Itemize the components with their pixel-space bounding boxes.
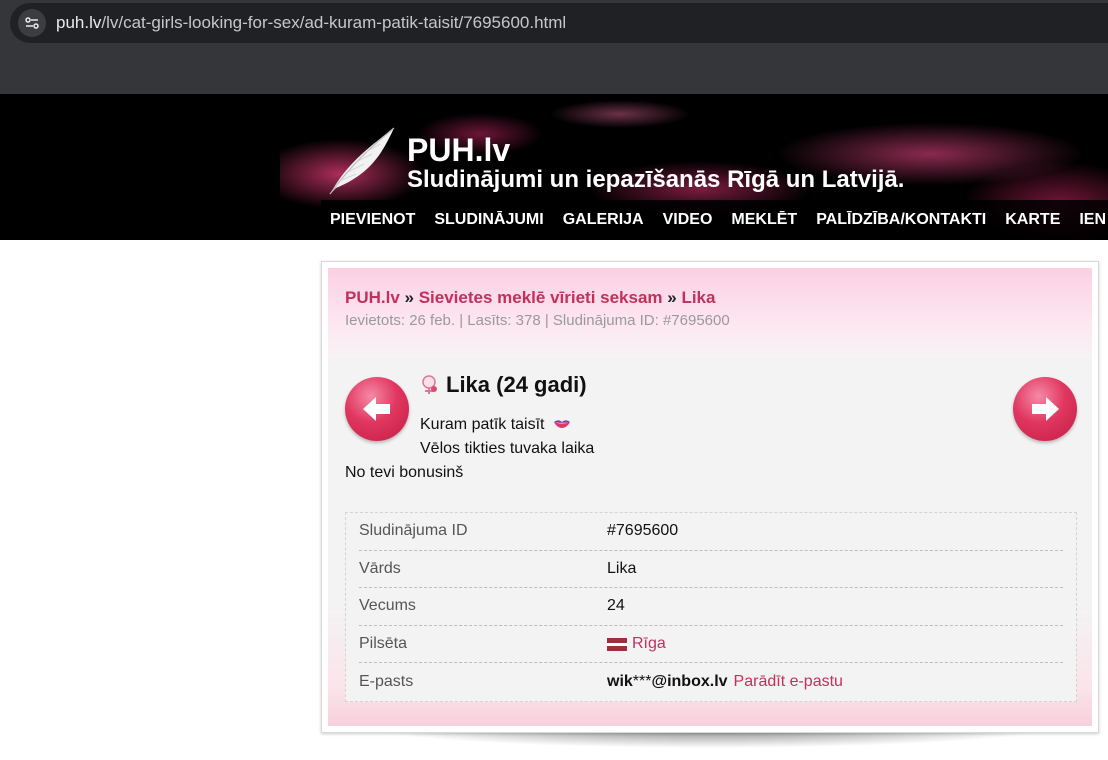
next-ad-button[interactable] (1013, 377, 1077, 441)
details-row-name: Vārds Lika (359, 551, 1063, 589)
breadcrumb-current-link[interactable]: Lika (681, 288, 715, 307)
details-value: 24 (607, 597, 625, 615)
arrow-left-icon (363, 397, 390, 421)
site-tagline: Sludinājumi un iepazīšanās Rīgā un Latvi… (407, 166, 905, 193)
ad-description-line-1: Kuram patīk taisīt (420, 416, 571, 434)
feather-logo-icon (329, 127, 395, 195)
ad-description-line-2: Vēlos tikties tuvaka laika (420, 440, 595, 457)
ad-meta: Ievietots: 26 feb. | Lasīts: 378 | Sludi… (345, 312, 730, 329)
site-logo-title[interactable]: PUH.lv (407, 132, 510, 169)
main-nav: PIEVIENOT SLUDINĀJUMI GALERIJA VIDEO MEK… (321, 200, 1108, 240)
breadcrumb-category-link[interactable]: Sievietes meklē vīrieti seksam (419, 288, 663, 307)
lips-emoji-icon (553, 420, 570, 428)
details-value-email: wik *** @inbox.lv Parādīt e-pastu (607, 673, 843, 691)
details-row-id: Sludinājuma ID #7695600 (359, 513, 1063, 551)
email-user: wik (607, 673, 633, 691)
ad-details-table: Sludinājuma ID #7695600 Vārds Lika Vecum… (345, 512, 1077, 702)
ad-panel: PUH.lv » Sievietes meklē vīrieti seksam … (321, 261, 1099, 733)
city-link[interactable]: Rīga (632, 635, 666, 653)
details-label: Vecums (359, 597, 416, 615)
ad-description-text: Kuram patīk taisīt (420, 416, 545, 433)
url-text[interactable]: puh.lv/lv/cat-girls-looking-for-sex/ad-k… (56, 13, 566, 33)
nav-item-pievienot[interactable]: PIEVIENOT (330, 211, 415, 229)
email-mask: *** (632, 673, 652, 691)
arrow-right-icon (1032, 397, 1059, 421)
show-email-link[interactable]: Parādīt e-pastu (734, 673, 843, 691)
ad-panel-inner: PUH.lv » Sievietes meklē vīrieti seksam … (328, 268, 1092, 726)
details-row-email: E-pasts wik *** @inbox.lv Parādīt e-pastu (359, 663, 1063, 701)
nav-item-sludinajumi[interactable]: SLUDINĀJUMI (434, 211, 543, 229)
nav-item-ien[interactable]: IEN (1079, 211, 1106, 229)
nav-item-galerija[interactable]: GALERIJA (563, 211, 644, 229)
breadcrumb-home-link[interactable]: PUH.lv (345, 288, 400, 307)
nav-item-video[interactable]: VIDEO (663, 211, 713, 229)
details-label: E-pasts (359, 673, 414, 691)
url-host: puh.lv (56, 13, 102, 32)
url-path: /lv/cat-girls-looking-for-sex/ad-kuram-p… (101, 13, 567, 32)
nav-item-karte[interactable]: KARTE (1005, 211, 1060, 229)
breadcrumb: PUH.lv » Sievietes meklē vīrieti seksam … (345, 288, 715, 308)
details-label: Sludinājuma ID (359, 522, 468, 540)
address-bar[interactable]: puh.lv/lv/cat-girls-looking-for-sex/ad-k… (10, 3, 1108, 43)
ad-title-row: Lika (24 gadi) (420, 372, 587, 398)
female-symbol-icon (422, 375, 437, 394)
breadcrumb-separator: » (399, 288, 419, 307)
ad-description-line-3: No tevi bonusinš (345, 464, 464, 481)
nav-item-palidziba-kontakti[interactable]: PALĪDZĪBA/KONTAKTI (816, 211, 986, 229)
ad-title: Lika (24 gadi) (446, 372, 587, 397)
details-value: Lika (607, 559, 637, 577)
details-row-city: Pilsēta Rīga (359, 626, 1063, 664)
site-header: PUH.lv Sludinājumi un iepazīšanās Rīgā u… (0, 94, 1108, 240)
details-row-age: Vecums 24 (359, 588, 1063, 626)
details-value: #7695600 (607, 522, 679, 540)
details-value-city: Rīga (607, 635, 666, 653)
site-info-icon[interactable] (18, 9, 46, 37)
details-label: Vārds (359, 559, 401, 577)
latvia-flag-icon (607, 637, 627, 651)
previous-ad-button[interactable] (345, 377, 409, 441)
details-label: Pilsēta (359, 635, 408, 653)
browser-toolbar-strip (0, 43, 1108, 94)
nav-item-meklet[interactable]: MEKLĒT (731, 211, 797, 229)
breadcrumb-separator: » (662, 288, 682, 307)
email-domain: @inbox.lv (651, 673, 728, 691)
browser-chrome: puh.lv/lv/cat-girls-looking-for-sex/ad-k… (0, 0, 1108, 94)
